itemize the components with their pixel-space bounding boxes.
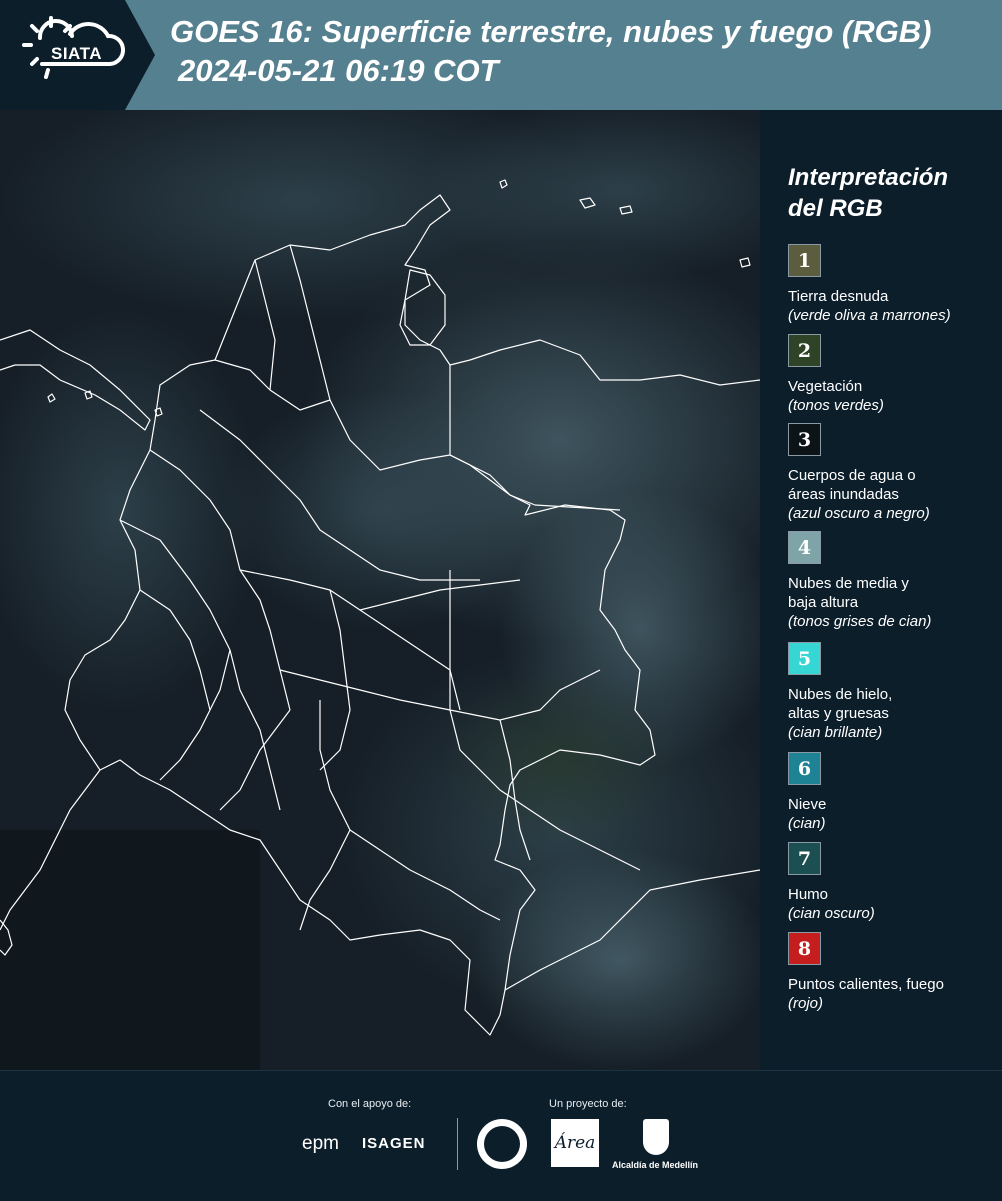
area-metropolitana-logo: Área — [551, 1119, 599, 1167]
legend-label: Nieve — [788, 796, 827, 813]
legend-item-7: 7 Humo (cian oscuro) — [788, 842, 875, 923]
legend-sub: (tonos grises de cian) — [788, 613, 932, 630]
siata-logo-text: SIATA — [51, 44, 102, 63]
legend-item-5: 5 Nubes de hielo, altas y gruesas (cian … — [788, 642, 892, 742]
legend-sub: (cian brillante) — [788, 724, 883, 741]
legend-title: Interpretación del RGB — [788, 162, 948, 224]
legend-swatch: 4 — [788, 531, 821, 564]
legend-sub: (azul oscuro a negro) — [788, 505, 930, 522]
isagen-logo: ISAGEN — [362, 1135, 426, 1152]
siata-logo: SIATA — [0, 0, 155, 110]
legend-item-4: 4 Nubes de media y baja altura (tonos gr… — [788, 531, 931, 631]
legend-swatch: 8 — [788, 932, 821, 965]
university-seal-icon — [477, 1119, 527, 1169]
legend-label: Puntos calientes, fuego — [788, 976, 944, 993]
epm-logo: epm — [302, 1133, 339, 1154]
page-timestamp: 2024-05-21 06:19 COT — [178, 53, 499, 88]
legend-swatch: 3 — [788, 423, 821, 456]
legend-swatch: 2 — [788, 334, 821, 367]
support-label: Con el apoyo de: — [328, 1098, 412, 1110]
legend-swatch: 6 — [788, 752, 821, 785]
header-band: SIATA GOES 16: Superficie terrestre, nub… — [0, 0, 1002, 110]
alcaldia-shield-icon — [643, 1119, 669, 1155]
footer-divider — [457, 1118, 458, 1170]
legend-sub: (tonos verdes) — [788, 397, 884, 414]
alcaldia-label: Alcaldía de Medellín — [612, 1160, 699, 1170]
satellite-map — [0, 110, 760, 1070]
legend-sub: (verde oliva a marrones) — [788, 307, 951, 324]
project-label: Un proyecto de: — [549, 1098, 627, 1110]
legend-sub: (cian oscuro) — [788, 905, 875, 922]
legend-title-line1: Interpretación — [788, 164, 949, 191]
legend-label: Nubes de hielo, altas y gruesas — [788, 686, 893, 722]
legend-label: Nubes de media y baja altura — [788, 575, 909, 611]
legend-item-1: 1 Tierra desnuda (verde oliva a marrones… — [788, 244, 951, 325]
legend-swatch: 5 — [788, 642, 821, 675]
legend-item-6: 6 Nieve (cian) — [788, 752, 826, 833]
legend-item-8: 8 Puntos calientes, fuego (rojo) — [788, 932, 944, 1013]
legend-label: Tierra desnuda — [788, 288, 889, 305]
legend-item-2: 2 Vegetación (tonos verdes) — [788, 334, 884, 415]
legend-swatch: 1 — [788, 244, 821, 277]
footer: Con el apoyo de: Un proyecto de: epm ISA… — [0, 1070, 1002, 1201]
legend-sub: (rojo) — [788, 995, 824, 1012]
legend-panel: Interpretación del RGB 1 Tierra desnuda … — [761, 110, 1002, 1070]
legend-title-line2: del RGB — [788, 195, 883, 222]
legend-label: Humo — [788, 886, 829, 903]
legend-label: Vegetación — [788, 378, 863, 395]
legend-label: Cuerpos de agua o áreas inundadas — [788, 467, 916, 503]
legend-sub: (cian) — [788, 815, 826, 832]
legend-item-3: 3 Cuerpos de agua o áreas inundadas (azu… — [788, 423, 930, 523]
legend-swatch: 7 — [788, 842, 821, 875]
page-title: GOES 16: Superficie terrestre, nubes y f… — [170, 14, 932, 49]
